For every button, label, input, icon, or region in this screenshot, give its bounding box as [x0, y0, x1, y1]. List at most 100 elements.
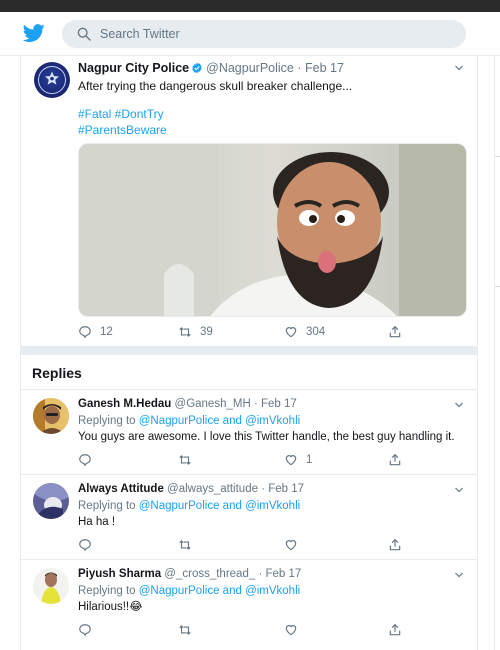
- author-handle[interactable]: @NagpurPolice: [206, 61, 294, 75]
- mention-link[interactable]: @imVkohli: [245, 585, 300, 597]
- sidebar-divider: [495, 156, 500, 157]
- share-button[interactable]: [388, 452, 402, 468]
- reply-item[interactable]: Piyush Sharma @_cross_thread_ · Feb 17 R…: [21, 560, 478, 644]
- share-button[interactable]: [388, 324, 402, 340]
- author-name[interactable]: Piyush Sharma: [78, 568, 161, 580]
- heart-icon: [285, 625, 297, 636]
- tweet-actions: 12 39 304: [78, 324, 458, 340]
- mention-link[interactable]: @NagpurPolice: [139, 500, 220, 512]
- like-button[interactable]: [284, 622, 298, 638]
- and-text: and: [222, 585, 242, 597]
- reply-button[interactable]: 12: [78, 324, 113, 340]
- reply-button[interactable]: [78, 452, 92, 468]
- author-handle[interactable]: @_cross_thread_: [164, 568, 255, 580]
- timeline-column: Nagpur City Police @NagpurPolice · Feb 17…: [20, 56, 478, 650]
- retweet-button[interactable]: 39: [178, 324, 213, 340]
- mention-link[interactable]: @imVkohli: [245, 500, 300, 512]
- reply-date[interactable]: Feb 17: [261, 398, 297, 410]
- dot-separator: ·: [258, 568, 263, 580]
- chevron-down-icon[interactable]: [453, 62, 465, 74]
- chevron-down-icon[interactable]: [453, 569, 465, 581]
- heart-icon: [285, 455, 297, 466]
- replying-prefix: Replying to: [78, 585, 136, 597]
- reply-text: You guys are awesome. I love this Twitte…: [78, 431, 455, 443]
- section-divider: [21, 346, 478, 355]
- reply-header: Always Attitude @always_attitude · Feb 1…: [78, 483, 448, 495]
- hashtag-line-2[interactable]: #ParentsBeware: [78, 122, 378, 138]
- like-button[interactable]: 304: [284, 324, 325, 340]
- replying-to: Replying to @NagpurPolice and @imVkohli: [78, 499, 468, 514]
- replying-to: Replying to @NagpurPolice and @imVkohli: [78, 584, 468, 599]
- retweet-icon: [179, 625, 191, 635]
- mention-link[interactable]: @NagpurPolice: [139, 415, 220, 427]
- search-input[interactable]: [100, 24, 450, 44]
- mention-link[interactable]: @imVkohli: [245, 415, 300, 427]
- reply-date[interactable]: Feb 17: [266, 568, 302, 580]
- reply-count: 12: [100, 326, 113, 338]
- chevron-down-icon[interactable]: [453, 399, 465, 411]
- reply-header: Ganesh M.Hedau @Ganesh_MH · Feb 17: [78, 398, 448, 410]
- author-name[interactable]: Nagpur City Police: [78, 61, 189, 75]
- search-icon: [77, 27, 91, 41]
- reply-button[interactable]: [78, 537, 92, 553]
- author-handle[interactable]: @always_attitude: [167, 483, 258, 495]
- share-icon: [389, 325, 401, 338]
- avatar[interactable]: [34, 62, 70, 98]
- replying-prefix: Replying to: [78, 500, 136, 512]
- avatar[interactable]: [33, 483, 69, 519]
- share-icon: [389, 623, 401, 636]
- reply-text: Ha ha !: [78, 516, 116, 528]
- dot-separator: ·: [297, 61, 302, 75]
- like-button[interactable]: 1: [284, 452, 312, 468]
- retweet-button[interactable]: [178, 537, 192, 553]
- share-button[interactable]: [388, 537, 402, 553]
- reply-button[interactable]: [78, 622, 92, 638]
- tweet-text: After trying the dangerous skull breaker…: [78, 79, 353, 93]
- author-handle[interactable]: @Ganesh_MH: [175, 398, 251, 410]
- dot-separator: ·: [261, 483, 266, 495]
- reply-item[interactable]: Always Attitude @always_attitude · Feb 1…: [21, 475, 478, 559]
- tweet-header: Nagpur City Police @NagpurPolice · Feb 17: [78, 61, 458, 77]
- retweet-icon: [179, 540, 191, 550]
- police-emblem-icon: [45, 71, 59, 85]
- avatar[interactable]: [33, 398, 69, 434]
- retweet-button[interactable]: [178, 452, 192, 468]
- right-sidebar-edge: [494, 56, 500, 650]
- like-button[interactable]: [284, 537, 298, 553]
- avatar-image: [33, 483, 69, 519]
- twitter-bird-icon[interactable]: [22, 22, 46, 44]
- reply-icon: [79, 539, 91, 552]
- replies-heading: Replies: [32, 365, 82, 381]
- search-box[interactable]: [62, 20, 466, 48]
- tweet-photo[interactable]: [78, 143, 467, 317]
- chevron-down-icon[interactable]: [453, 484, 465, 496]
- hashtag-line-1[interactable]: #Fatal #DontTry: [78, 106, 378, 122]
- mention-link[interactable]: @NagpurPolice: [139, 585, 220, 597]
- and-text: and: [222, 415, 242, 427]
- tweet-date[interactable]: Feb 17: [305, 61, 344, 75]
- share-icon: [389, 538, 401, 551]
- reply-actions: 1: [78, 452, 458, 468]
- avatar[interactable]: [33, 568, 69, 604]
- share-button[interactable]: [388, 622, 402, 638]
- sidebar-divider: [495, 286, 500, 287]
- browser-top-strip: [0, 0, 500, 12]
- reply-text: Hilarious!!😂: [78, 601, 143, 613]
- dot-separator: ·: [253, 398, 258, 410]
- reply-date[interactable]: Feb 17: [268, 483, 304, 495]
- replying-to: Replying to @NagpurPolice and @imVkohli: [78, 414, 468, 429]
- verified-badge-icon: [192, 62, 202, 74]
- reply-header: Piyush Sharma @_cross_thread_ · Feb 17: [78, 568, 448, 580]
- heart-icon: [285, 540, 297, 551]
- reply-item[interactable]: Ganesh M.Hedau @Ganesh_MH · Feb 17 Reply…: [21, 390, 478, 474]
- retweet-icon: [179, 327, 191, 337]
- retweet-button[interactable]: [178, 622, 192, 638]
- hashtags: #Fatal #DontTry #ParentsBeware: [78, 106, 378, 138]
- author-name[interactable]: Ganesh M.Hedau: [78, 398, 171, 410]
- reply-icon: [79, 624, 91, 637]
- reply-icon: [79, 454, 91, 467]
- author-name[interactable]: Always Attitude: [78, 483, 164, 495]
- share-icon: [389, 453, 401, 466]
- and-text: and: [222, 500, 242, 512]
- reply-actions: [78, 537, 458, 553]
